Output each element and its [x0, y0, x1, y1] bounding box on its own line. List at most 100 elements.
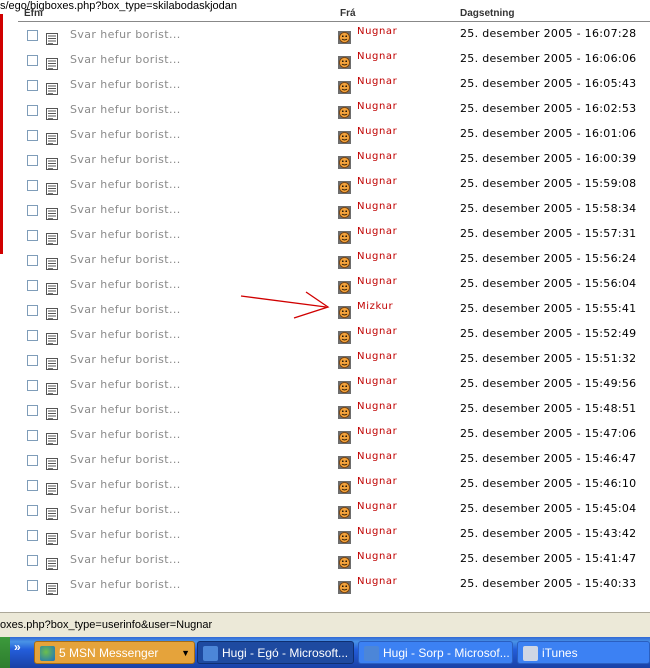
message-row[interactable]: Svar hefur borist... Nugnar 25. desember 2…	[0, 251, 650, 276]
row-checkbox[interactable]	[27, 105, 38, 116]
taskbar-hugi-sorp[interactable]: Hugi - Sorp - Microsof...	[358, 641, 513, 664]
sender-link[interactable]: Nugnar	[357, 26, 397, 37]
message-subject[interactable]: Svar hefur borist...	[70, 153, 181, 166]
header-date[interactable]: Dagsetning	[460, 8, 530, 18]
message-row[interactable]: Svar hefur borist... Nugnar 25. desember 2…	[0, 126, 650, 151]
row-checkbox[interactable]	[27, 30, 38, 41]
taskbar-itunes[interactable]: iTunes	[517, 641, 650, 664]
message-row[interactable]: Svar hefur borist... Nugnar 25. desember 2…	[0, 401, 650, 426]
row-checkbox[interactable]	[27, 205, 38, 216]
sender-link[interactable]: Nugnar	[357, 226, 397, 237]
message-subject[interactable]: Svar hefur borist...	[70, 503, 181, 516]
row-checkbox[interactable]	[27, 230, 38, 241]
message-row[interactable]: Svar hefur borist... Nugnar 25. desember 2…	[0, 551, 650, 576]
message-subject[interactable]: Svar hefur borist...	[70, 453, 181, 466]
row-checkbox[interactable]	[27, 380, 38, 391]
message-subject[interactable]: Svar hefur borist...	[70, 53, 181, 66]
message-row[interactable]: Svar hefur borist... Nugnar 25. desember 2…	[0, 476, 650, 501]
sender-link[interactable]: Nugnar	[357, 476, 397, 487]
row-checkbox[interactable]	[27, 430, 38, 441]
message-row[interactable]: Svar hefur borist... Nugnar 25. desember 2…	[0, 226, 650, 251]
sender-link[interactable]: Nugnar	[357, 326, 397, 337]
sender-link[interactable]: Nugnar	[357, 251, 397, 262]
message-row[interactable]: Svar hefur borist... Nugnar 25. desember 2…	[0, 426, 650, 451]
message-row[interactable]: Svar hefur borist... Nugnar 25. desember 2…	[0, 451, 650, 476]
start-button-edge[interactable]	[0, 637, 10, 668]
sender-link[interactable]: Nugnar	[357, 451, 397, 462]
sender-link[interactable]: Nugnar	[357, 201, 397, 212]
message-row[interactable]: Svar hefur borist... Nugnar 25. desember 2…	[0, 526, 650, 551]
message-row[interactable]: Svar hefur borist... Nugnar 25. desember 2…	[0, 201, 650, 226]
message-subject[interactable]: Svar hefur borist...	[70, 28, 181, 41]
row-checkbox[interactable]	[27, 180, 38, 191]
row-checkbox[interactable]	[27, 505, 38, 516]
sender-link[interactable]: Nugnar	[357, 501, 397, 512]
row-checkbox[interactable]	[27, 530, 38, 541]
sender-link[interactable]: Nugnar	[357, 426, 397, 437]
message-subject[interactable]: Svar hefur borist...	[70, 303, 181, 316]
sender-link[interactable]: Nugnar	[357, 76, 397, 87]
message-row[interactable]: Svar hefur borist... Nugnar 25. desember 2…	[0, 376, 650, 401]
row-checkbox[interactable]	[27, 580, 38, 591]
message-row[interactable]: Svar hefur borist... Nugnar 25. desember 2…	[0, 151, 650, 176]
message-subject[interactable]: Svar hefur borist...	[70, 403, 181, 416]
message-subject[interactable]: Svar hefur borist...	[70, 578, 181, 591]
sender-link[interactable]: Nugnar	[357, 526, 397, 537]
message-subject[interactable]: Svar hefur borist...	[70, 278, 181, 291]
message-subject[interactable]: Svar hefur borist...	[70, 378, 181, 391]
message-row[interactable]: Svar hefur borist... Nugnar 25. desember 2…	[0, 351, 650, 376]
row-checkbox[interactable]	[27, 155, 38, 166]
sender-link[interactable]: Nugnar	[357, 126, 397, 137]
message-row[interactable]: Svar hefur borist... Nugnar 25. desember 2…	[0, 51, 650, 76]
quicklaunch-chevron-icon[interactable]: »	[14, 640, 21, 654]
sender-link[interactable]: Nugnar	[357, 51, 397, 62]
row-checkbox[interactable]	[27, 455, 38, 466]
row-checkbox[interactable]	[27, 130, 38, 141]
sender-link[interactable]: Nugnar	[357, 551, 397, 562]
row-checkbox[interactable]	[27, 280, 38, 291]
row-checkbox[interactable]	[27, 480, 38, 491]
message-row[interactable]: Svar hefur borist... Nugnar 25. desember 2…	[0, 576, 650, 601]
row-checkbox[interactable]	[27, 555, 38, 566]
sender-link[interactable]: Nugnar	[357, 401, 397, 412]
message-icon	[46, 205, 58, 220]
row-checkbox[interactable]	[27, 305, 38, 316]
message-subject[interactable]: Svar hefur borist...	[70, 478, 181, 491]
message-subject[interactable]: Svar hefur borist...	[70, 178, 181, 191]
row-checkbox[interactable]	[27, 355, 38, 366]
message-subject[interactable]: Svar hefur borist...	[70, 228, 181, 241]
message-subject[interactable]: Svar hefur borist...	[70, 353, 181, 366]
row-checkbox[interactable]	[27, 255, 38, 266]
message-row[interactable]: Svar hefur borist... Nugnar 25. desember 2…	[0, 176, 650, 201]
row-checkbox[interactable]	[27, 330, 38, 341]
header-from[interactable]: Frá	[340, 8, 360, 18]
message-subject[interactable]: Svar hefur borist...	[70, 253, 181, 266]
header-subject[interactable]: Efni	[24, 8, 46, 18]
message-row[interactable]: Svar hefur borist... Nugnar 25. desember 2…	[0, 76, 650, 101]
sender-link[interactable]: Nugnar	[357, 176, 397, 187]
sender-link[interactable]: Nugnar	[357, 276, 397, 287]
row-checkbox[interactable]	[27, 80, 38, 91]
sender-link[interactable]: Nugnar	[357, 351, 397, 362]
message-row[interactable]: Svar hefur borist... Nugnar 25. desember 2…	[0, 26, 650, 51]
sender-link[interactable]: Nugnar	[357, 151, 397, 162]
message-row[interactable]: Svar hefur borist... Nugnar 25. desember 2…	[0, 326, 650, 351]
message-subject[interactable]: Svar hefur borist...	[70, 553, 181, 566]
message-subject[interactable]: Svar hefur borist...	[70, 128, 181, 141]
message-subject[interactable]: Svar hefur borist...	[70, 528, 181, 541]
message-subject[interactable]: Svar hefur borist...	[70, 428, 181, 441]
message-subject[interactable]: Svar hefur borist...	[70, 203, 181, 216]
taskbar-hugi-ego[interactable]: Hugi - Egó - Microsoft...	[197, 641, 354, 664]
row-checkbox[interactable]	[27, 55, 38, 66]
message-row[interactable]: Svar hefur borist... Nugnar 25. desember 2…	[0, 101, 650, 126]
message-subject[interactable]: Svar hefur borist...	[70, 328, 181, 341]
taskbar-msn-messenger[interactable]: 5 MSN Messenger ▼	[34, 641, 195, 664]
sender-link[interactable]: Mizkur	[357, 301, 393, 312]
message-subject[interactable]: Svar hefur borist...	[70, 78, 181, 91]
sender-link[interactable]: Nugnar	[357, 101, 397, 112]
sender-link[interactable]: Nugnar	[357, 376, 397, 387]
row-checkbox[interactable]	[27, 405, 38, 416]
message-subject[interactable]: Svar hefur borist...	[70, 103, 181, 116]
sender-link[interactable]: Nugnar	[357, 576, 397, 587]
message-row[interactable]: Svar hefur borist... Nugnar 25. desember 2…	[0, 501, 650, 526]
